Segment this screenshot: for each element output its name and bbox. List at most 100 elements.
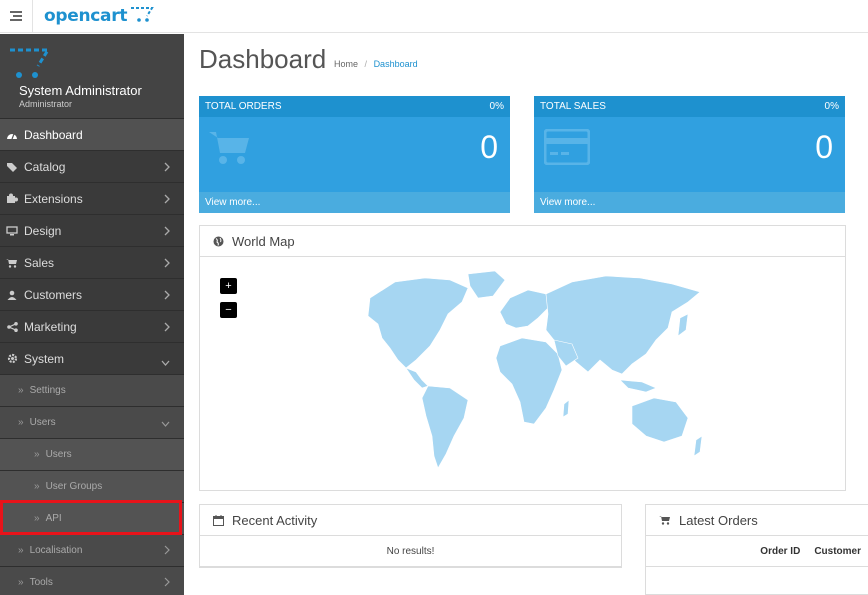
column-header-customer[interactable]: Customer	[814, 546, 861, 557]
double-chevron-icon: »	[18, 385, 24, 396]
cart-logo-icon	[130, 5, 154, 28]
breadcrumb: Home / Dashboard	[334, 59, 418, 69]
sidebar-item-label: API	[45, 513, 62, 524]
view-more-link[interactable]: View more...	[534, 192, 845, 213]
world-map-panel: World Map + −	[199, 225, 846, 491]
profile-name[interactable]: System Administrator	[19, 83, 142, 98]
chevron-right-icon	[164, 545, 170, 558]
sidebar-item-dashboard[interactable]: Dashboard	[0, 119, 184, 151]
sidebar-item-settings[interactable]: » Settings	[0, 375, 184, 407]
bars-icon	[10, 8, 22, 26]
double-chevron-icon: »	[34, 481, 40, 492]
panel-title: Latest Orders	[679, 512, 758, 528]
sidebar-item-label: Sales	[24, 255, 55, 270]
share-icon	[0, 321, 24, 332]
panel-header: Recent Activity	[200, 505, 621, 536]
calendar-icon	[213, 514, 224, 526]
tile-title: TOTAL SALES	[540, 101, 606, 112]
user-icon	[0, 290, 24, 300]
double-chevron-icon: »	[34, 513, 40, 524]
sidebar-item-label: Settings	[29, 385, 66, 396]
shopping-cart-icon	[0, 258, 24, 268]
chevron-right-icon	[164, 577, 170, 590]
view-more-link[interactable]: View more...	[199, 192, 510, 213]
sidebar-item-tools[interactable]: » Tools	[0, 567, 184, 595]
double-chevron-icon: »	[18, 417, 24, 428]
double-chevron-icon: »	[34, 449, 40, 460]
sidebar-item-label: Users	[45, 449, 72, 460]
chevron-right-icon	[164, 289, 170, 303]
page-title: Dashboard	[199, 44, 327, 74]
chevron-right-icon	[164, 193, 170, 207]
sidebar: System Administrator Administrator Dashb…	[0, 34, 184, 595]
globe-icon	[213, 236, 224, 247]
latest-orders-panel: Latest Orders Order ID Customer	[645, 504, 868, 595]
chevron-right-icon	[164, 321, 170, 335]
panel-title: World Map	[232, 233, 295, 249]
opencart-logo[interactable]: opencart	[44, 3, 154, 29]
tile-value: 0	[480, 129, 498, 165]
sidebar-item-label: Catalog	[24, 159, 66, 174]
tile-title: TOTAL ORDERS	[205, 101, 282, 112]
cart-avatar-icon	[8, 46, 52, 85]
chevron-right-icon	[164, 161, 170, 175]
chevron-down-icon	[161, 419, 170, 430]
sidebar-item-label: Localisation	[29, 545, 83, 556]
sidebar-item-customers[interactable]: Customers	[0, 279, 184, 311]
tags-icon	[0, 162, 24, 172]
world-map[interactable]	[350, 268, 710, 473]
double-chevron-icon: »	[18, 577, 24, 588]
tile-percent: 0%	[489, 101, 504, 112]
top-header: opencart	[0, 0, 868, 33]
sidebar-item-catalog[interactable]: Catalog	[0, 151, 184, 183]
tile-body: 0	[199, 117, 510, 192]
chevron-right-icon	[164, 257, 170, 271]
panel-header: Latest Orders	[646, 505, 868, 536]
breadcrumb-separator: /	[364, 59, 368, 69]
menu-toggle-button[interactable]	[0, 0, 33, 33]
user-profile: System Administrator Administrator	[0, 34, 184, 119]
sidebar-item-api[interactable]: » API	[0, 503, 184, 535]
monitor-icon	[0, 225, 24, 236]
sidebar-item-extensions[interactable]: Extensions	[0, 183, 184, 215]
breadcrumb-current[interactable]: Dashboard	[374, 59, 418, 69]
sidebar-item-user-groups[interactable]: » User Groups	[0, 471, 184, 503]
sidebar-item-design[interactable]: Design	[0, 215, 184, 247]
logo-text: opencart	[44, 6, 128, 26]
sidebar-item-label: Dashboard	[24, 127, 83, 142]
zoom-out-button[interactable]: −	[220, 302, 237, 318]
sidebar-item-label: Marketing	[24, 319, 77, 334]
zoom-in-button[interactable]: +	[220, 278, 237, 294]
shopping-cart-icon	[659, 515, 671, 525]
sidebar-item-label: Design	[24, 223, 62, 238]
shopping-cart-icon	[209, 129, 251, 172]
profile-role: Administrator	[19, 99, 73, 109]
recent-activity-panel: Recent Activity No results!	[199, 504, 622, 568]
total-orders-tile: TOTAL ORDERS 0% 0 View more...	[199, 96, 510, 213]
main-content: Dashboard Home / Dashboard TOTAL ORDERS …	[184, 34, 868, 595]
no-results-text: No results!	[200, 536, 621, 567]
breadcrumb-home[interactable]: Home	[334, 59, 358, 69]
tile-body: 0	[534, 117, 845, 192]
tile-header: TOTAL SALES 0%	[534, 96, 845, 117]
sidebar-item-label: User Groups	[45, 481, 103, 492]
sidebar-item-label: Extensions	[24, 191, 83, 206]
tile-value: 0	[815, 129, 833, 165]
sidebar-item-sales[interactable]: Sales	[0, 247, 184, 279]
orders-table-header: Order ID Customer	[646, 536, 868, 567]
total-sales-tile: TOTAL SALES 0% 0 View more...	[534, 96, 845, 213]
sidebar-item-label: System	[24, 351, 65, 366]
credit-card-icon	[543, 128, 591, 170]
tile-header: TOTAL ORDERS 0%	[199, 96, 510, 117]
double-chevron-icon: »	[18, 545, 24, 556]
sidebar-item-localisation[interactable]: » Localisation	[0, 535, 184, 567]
sidebar-item-users-sub[interactable]: » Users	[0, 439, 184, 471]
sidebar-item-system[interactable]: System	[0, 343, 184, 375]
sidebar-item-label: Users	[29, 417, 56, 428]
tile-percent: 0%	[824, 101, 839, 112]
sidebar-item-users[interactable]: » Users	[0, 407, 184, 439]
sidebar-item-marketing[interactable]: Marketing	[0, 311, 184, 343]
panel-header: World Map	[200, 226, 845, 257]
column-header-order-id[interactable]: Order ID	[760, 546, 800, 557]
chevron-down-icon	[161, 355, 170, 369]
